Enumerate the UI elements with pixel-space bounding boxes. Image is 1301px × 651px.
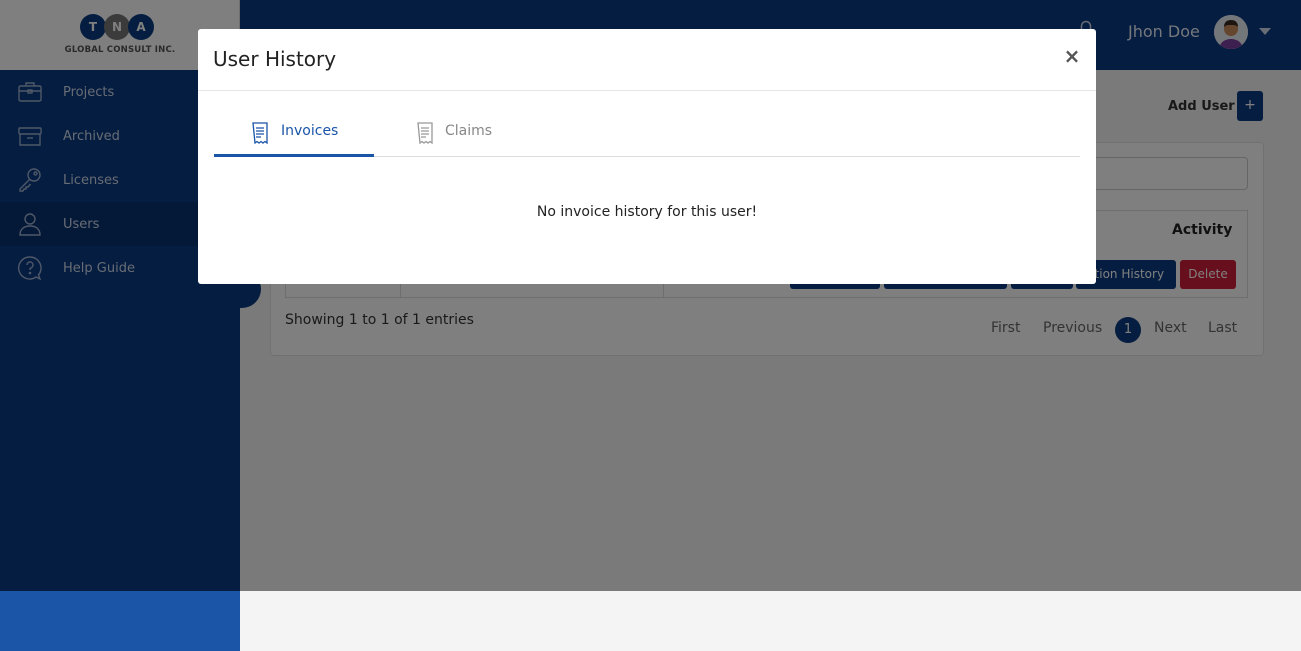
- receipt-icon: [417, 122, 433, 144]
- tab-invoices[interactable]: Invoices: [214, 119, 374, 157]
- history-tabs: Invoices Claims: [214, 119, 1080, 157]
- receipt-icon: [252, 122, 268, 144]
- sidebar-footer: [0, 591, 240, 651]
- modal-header: User History ×: [198, 29, 1096, 91]
- tab-label: Claims: [445, 123, 493, 139]
- user-history-modal: User History × Invoices Claims No invoic…: [198, 29, 1096, 284]
- empty-state-message: No invoice history for this user!: [536, 204, 758, 220]
- tab-label: Invoices: [281, 123, 339, 139]
- tab-claims[interactable]: Claims: [404, 119, 524, 157]
- close-icon[interactable]: ×: [1062, 45, 1082, 67]
- page-footer: [240, 591, 1301, 651]
- modal-title: User History: [213, 47, 337, 71]
